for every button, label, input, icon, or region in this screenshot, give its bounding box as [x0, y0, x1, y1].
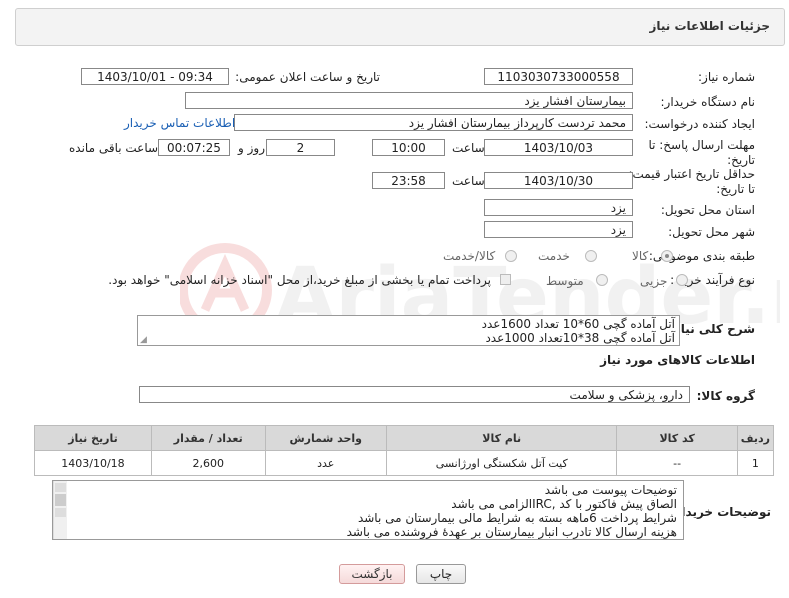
goods-section-title: اطلاعات کالاهای مورد نیاز — [600, 353, 755, 367]
treasury-payment-checkbox[interactable] — [500, 274, 511, 285]
print-button[interactable]: چاپ — [416, 564, 466, 584]
buyer-note-line-3: شرایط پرداخت 6ماهه بسته به شرایط مالی بی… — [357, 511, 677, 525]
category-option-goods-service: کالا/خدمت — [443, 249, 496, 263]
announce-label: تاریخ و ساعت اعلان عمومی: — [235, 70, 380, 84]
summary-line-2: آتل آماده گچی 38*10تعداد 1000عدد — [485, 331, 675, 345]
reply-date-field: 1403/10/03 — [484, 139, 633, 156]
col-row: ردیف — [736, 425, 775, 451]
resize-grip-icon[interactable]: ◢ — [140, 335, 147, 345]
time-remaining-label: ساعت باقی مانده — [69, 141, 159, 155]
back-button[interactable]: بازگشت — [339, 564, 405, 584]
goods-table: ردیف کد کالا نام کالا واحد شمارش تعداد /… — [34, 425, 775, 476]
buyer-contact-link[interactable]: اطلاعات تماس خریدار — [124, 116, 235, 130]
need-number-label: شماره نیاز: — [698, 70, 755, 84]
table-row: 1 -- کیت آتل شکستگی اورژانسی عدد 2,600 1… — [34, 450, 775, 476]
summary-label: شرح کلی نیاز: — [669, 322, 755, 336]
buyer-org-field: بیمارستان افشار یزد — [185, 92, 633, 109]
row-unit: عدد — [264, 450, 387, 476]
buyer-notes-label: توضیحات خریدار: — [669, 505, 771, 519]
process-option-minor: جزیی — [640, 274, 668, 288]
creator-field: محمد تردست کارپرداز بیمارستان افشار یزد — [234, 114, 633, 131]
scroll-thumb[interactable] — [55, 494, 66, 506]
days-label: روز و — [238, 141, 265, 155]
goods-group-label: گروه کالا: — [696, 389, 755, 403]
page-title: جزئیات اطلاعات نیاز — [649, 19, 770, 33]
notes-scrollbar[interactable] — [53, 481, 67, 539]
buyer-note-line-2: الصاق پیش فاکتور با کد ,IRCالزامی می باش… — [451, 497, 677, 511]
category-radio-service[interactable] — [585, 250, 597, 262]
process-radio-medium[interactable] — [596, 274, 608, 286]
col-code: کد کالا — [616, 425, 738, 451]
scroll-up-icon[interactable] — [55, 483, 66, 492]
row-need-date: 1403/10/18 — [34, 450, 152, 476]
price-time-field: 23:58 — [372, 172, 445, 189]
category-option-service: خدمت — [538, 249, 570, 263]
province-field: یزد — [484, 199, 633, 216]
process-option-medium: متوسط — [546, 274, 584, 288]
reply-time-label: ساعت — [452, 141, 485, 155]
time-remaining-field: 00:07:25 — [158, 139, 230, 156]
buyer-note-line-1: توضیحات پیوست می باشد — [544, 483, 677, 497]
category-radio-goods[interactable] — [661, 250, 673, 262]
reply-deadline-label: مهلت ارسال پاسخ: تا تاریخ: — [648, 138, 755, 167]
col-quantity: تعداد / مقدار — [150, 425, 266, 451]
row-code: -- — [616, 450, 738, 476]
buyer-org-label: نام دستگاه خریدار: — [660, 95, 756, 109]
announce-field: 1403/10/01 - 09:34 — [81, 68, 229, 85]
category-option-goods: کالا — [632, 249, 649, 263]
reply-time-field: 10:00 — [372, 139, 445, 156]
process-radio-minor[interactable] — [676, 274, 688, 286]
summary-line-1: آتل آماده گچی 60*10 تعداد 1600عدد — [481, 317, 675, 331]
row-quantity: 2,600 — [150, 450, 266, 476]
buyer-note-line-4: هزینه ارسال کالا تادرب انبار بیمارستان ب… — [346, 525, 677, 539]
price-validity-label: حداقل تاریخ اعتبار قیمت: تا تاریخ: — [628, 167, 755, 196]
goods-group-field: دارو، پزشکی و سلامت — [139, 386, 690, 403]
treasury-payment-note: پرداخت تمام یا بخشی از مبلغ خرید،از محل … — [108, 273, 491, 287]
days-remaining-field: 2 — [266, 139, 335, 156]
col-need-date: تاریخ نیاز — [34, 425, 152, 451]
creator-label: ایجاد کننده درخواست: — [644, 117, 755, 131]
col-name: نام کالا — [385, 425, 618, 451]
page-header: جزئیات اطلاعات نیاز — [15, 8, 785, 46]
summary-box: آتل آماده گچی 60*10 تعداد 1600عدد آتل آم… — [137, 315, 680, 346]
need-number-field: 1103030733000558 — [484, 68, 633, 85]
col-unit: واحد شمارش — [264, 425, 387, 451]
city-field: یزد — [484, 221, 633, 238]
scroll-down-icon[interactable] — [55, 508, 66, 517]
row-name: کیت آتل شکستگی اورژانسی — [385, 450, 618, 476]
city-label: شهر محل تحویل: — [668, 225, 755, 239]
category-radio-goods-service[interactable] — [505, 250, 517, 262]
province-label: استان محل تحویل: — [660, 203, 755, 217]
goods-table-header: ردیف کد کالا نام کالا واحد شمارش تعداد /… — [34, 425, 775, 451]
price-date-field: 1403/10/30 — [484, 172, 633, 189]
row-number: 1 — [736, 450, 775, 476]
buyer-notes-box: توضیحات پیوست می باشد الصاق پیش فاکتور ب… — [52, 480, 684, 540]
price-time-label: ساعت — [452, 174, 485, 188]
